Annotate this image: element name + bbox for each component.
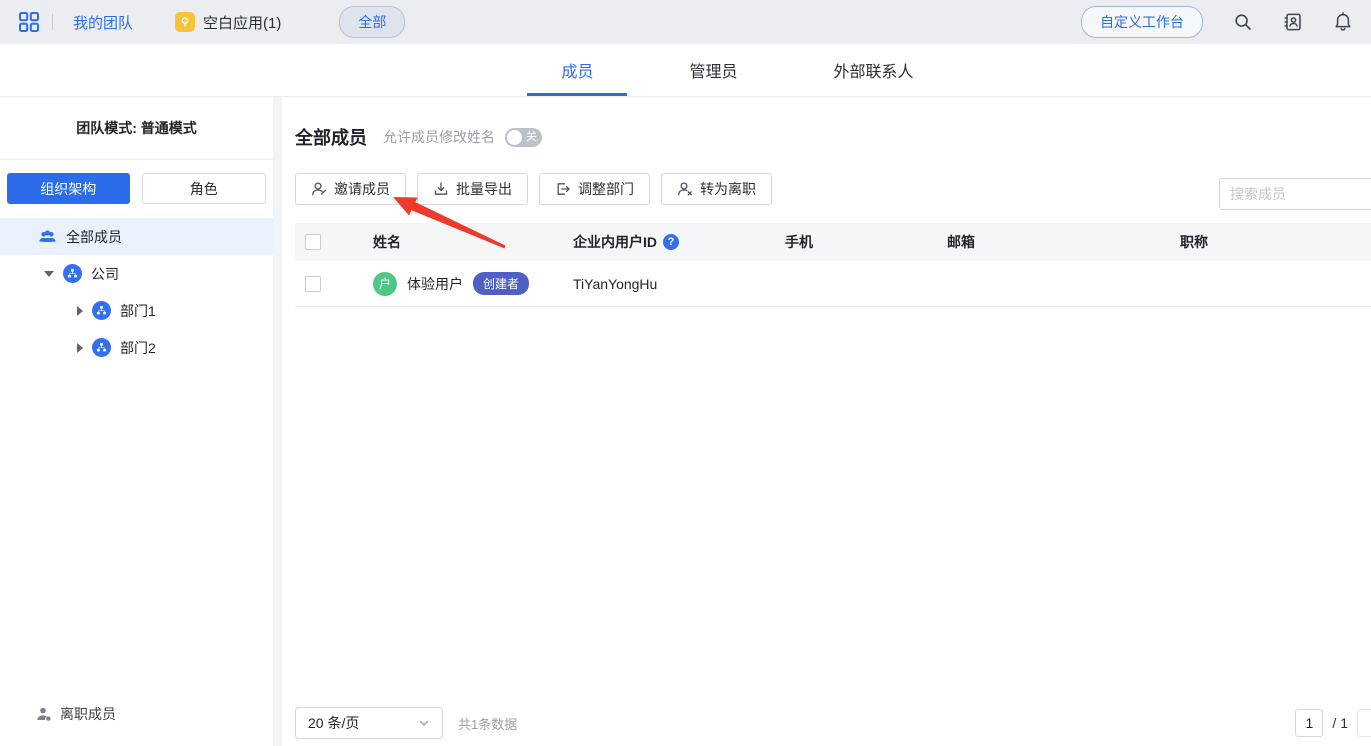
sidebar: 团队模式: 普通模式 组织架构 角色 全部成员 公司 部门1 部门2 离职成员 [0,97,273,746]
tab-admins[interactable]: 管理员 [655,44,771,96]
tab-external-contacts[interactable]: 外部联系人 [800,44,948,96]
search-icon[interactable] [1233,12,1253,32]
person-remove-icon [678,182,692,196]
pagination: 1 / 1 [1295,709,1371,737]
column-header-user-id: 企业内用户ID ? [555,232,767,252]
to-resigned-label: 转为离职 [700,181,756,197]
member-name-cell: 户 体验用户 创建者 [355,271,555,296]
topbar: 我的团队 空白应用(1) 全部 自定义工作台 [0,0,1371,44]
row-checkbox[interactable] [305,275,321,292]
total-count-label: 共1条数据 [458,716,518,732]
tree-item-label: 部门2 [120,339,156,356]
my-team-link[interactable]: 我的团队 [73,12,133,33]
page-jump-button[interactable] [1357,709,1371,737]
org-node-icon [63,264,82,283]
member-user-id: TiYanYongHu [573,275,658,292]
apps-grid-icon[interactable] [18,11,40,33]
adjust-department-label: 调整部门 [578,181,634,197]
page-size-select[interactable]: 20 条/页 [295,707,443,739]
to-resigned-button[interactable]: 转为离职 [661,173,772,205]
app-label: 空白应用(1) [203,14,282,32]
main-panel: 全部成员 允许成员修改姓名 关 邀请成员 批量导出 调整部门 转为离职 搜索成员… [282,97,1371,746]
custom-workbench-button[interactable]: 自定义工作台 [1081,6,1203,38]
resigned-members-item[interactable]: 离职成员 [0,704,273,746]
caret-right-icon[interactable] [77,305,83,316]
tree-item-company[interactable]: 公司 [0,255,273,292]
roles-button[interactable]: 角色 [141,173,266,204]
tree-item-label: 全部成员 [66,228,122,245]
org-structure-button[interactable]: 组织架构 [7,173,130,204]
sidebar-gutter [273,97,282,746]
member-name: 体验用户 [407,275,463,292]
blank-app-entry[interactable]: 空白应用(1) [175,12,281,33]
topbar-divider [52,14,53,30]
allow-rename-toggle[interactable]: 关 [505,127,542,147]
move-out-icon [557,183,570,195]
download-icon [434,182,448,195]
chevron-down-icon [419,720,429,726]
notification-bell-icon[interactable] [1333,12,1353,32]
column-header-email: 邮箱 [947,234,975,250]
people-group-icon [39,230,56,243]
creator-badge: 创建者 [473,272,530,295]
team-mode-label: 团队模式: 普通模式 [0,97,273,160]
caret-down-icon[interactable] [44,270,54,277]
allow-rename-label: 允许成员修改姓名 [383,129,495,145]
org-node-icon [92,301,111,320]
adjust-department-button[interactable]: 调整部门 [539,173,650,205]
page-title: 全部成员 [295,128,367,148]
current-page-box[interactable]: 1 [1295,709,1324,737]
contacts-icon[interactable] [1283,12,1303,32]
table-header-row: 姓名 企业内用户ID ? 手机 邮箱 职称 [295,223,1371,261]
app-icon [175,12,196,32]
avatar: 户 [373,271,397,296]
toggle-state-label: 关 [526,131,537,143]
batch-export-label: 批量导出 [456,181,512,197]
resigned-members-label: 离职成员 [60,706,116,722]
tree-item-dept2[interactable]: 部门2 [0,329,273,366]
tree-item-dept1[interactable]: 部门1 [0,292,273,329]
tree-item-label: 部门1 [120,302,156,319]
total-pages-label: / 1 [1332,715,1348,731]
search-member-input[interactable] [1219,178,1371,210]
org-tree: 全部成员 公司 部门1 部门2 [0,218,273,366]
invite-member-button[interactable]: 邀请成员 [295,173,406,205]
org-node-icon [92,338,111,357]
tab-members[interactable]: 成员 [527,44,628,96]
table-row[interactable]: 户 体验用户 创建者 TiYanYongHu [295,261,1371,307]
column-header-phone: 手机 [785,234,813,250]
caret-right-icon[interactable] [77,342,83,353]
toggle-knob [507,129,522,145]
column-header-job-title: 职称 [1180,234,1208,250]
tree-item-label: 公司 [91,265,119,282]
tabbar: 成员 管理员 外部联系人 [0,44,1371,97]
column-header-name: 姓名 [373,234,401,250]
select-all-checkbox[interactable] [305,234,321,250]
all-filter-pill[interactable]: 全部 [339,6,406,38]
table-footer: 20 条/页 共1条数据 1 / 1 [295,707,1371,739]
resigned-person-icon [37,707,51,721]
batch-export-button[interactable]: 批量导出 [417,173,528,205]
members-table: 姓名 企业内用户ID ? 手机 邮箱 职称 户 体验用户 创建者 TiYanYo… [295,223,1371,307]
invite-person-icon [312,182,327,196]
help-icon[interactable]: ? [663,234,679,250]
tree-item-all-members[interactable]: 全部成员 [0,218,273,255]
page-size-value: 20 条/页 [308,715,360,731]
invite-member-label: 邀请成员 [334,181,390,197]
